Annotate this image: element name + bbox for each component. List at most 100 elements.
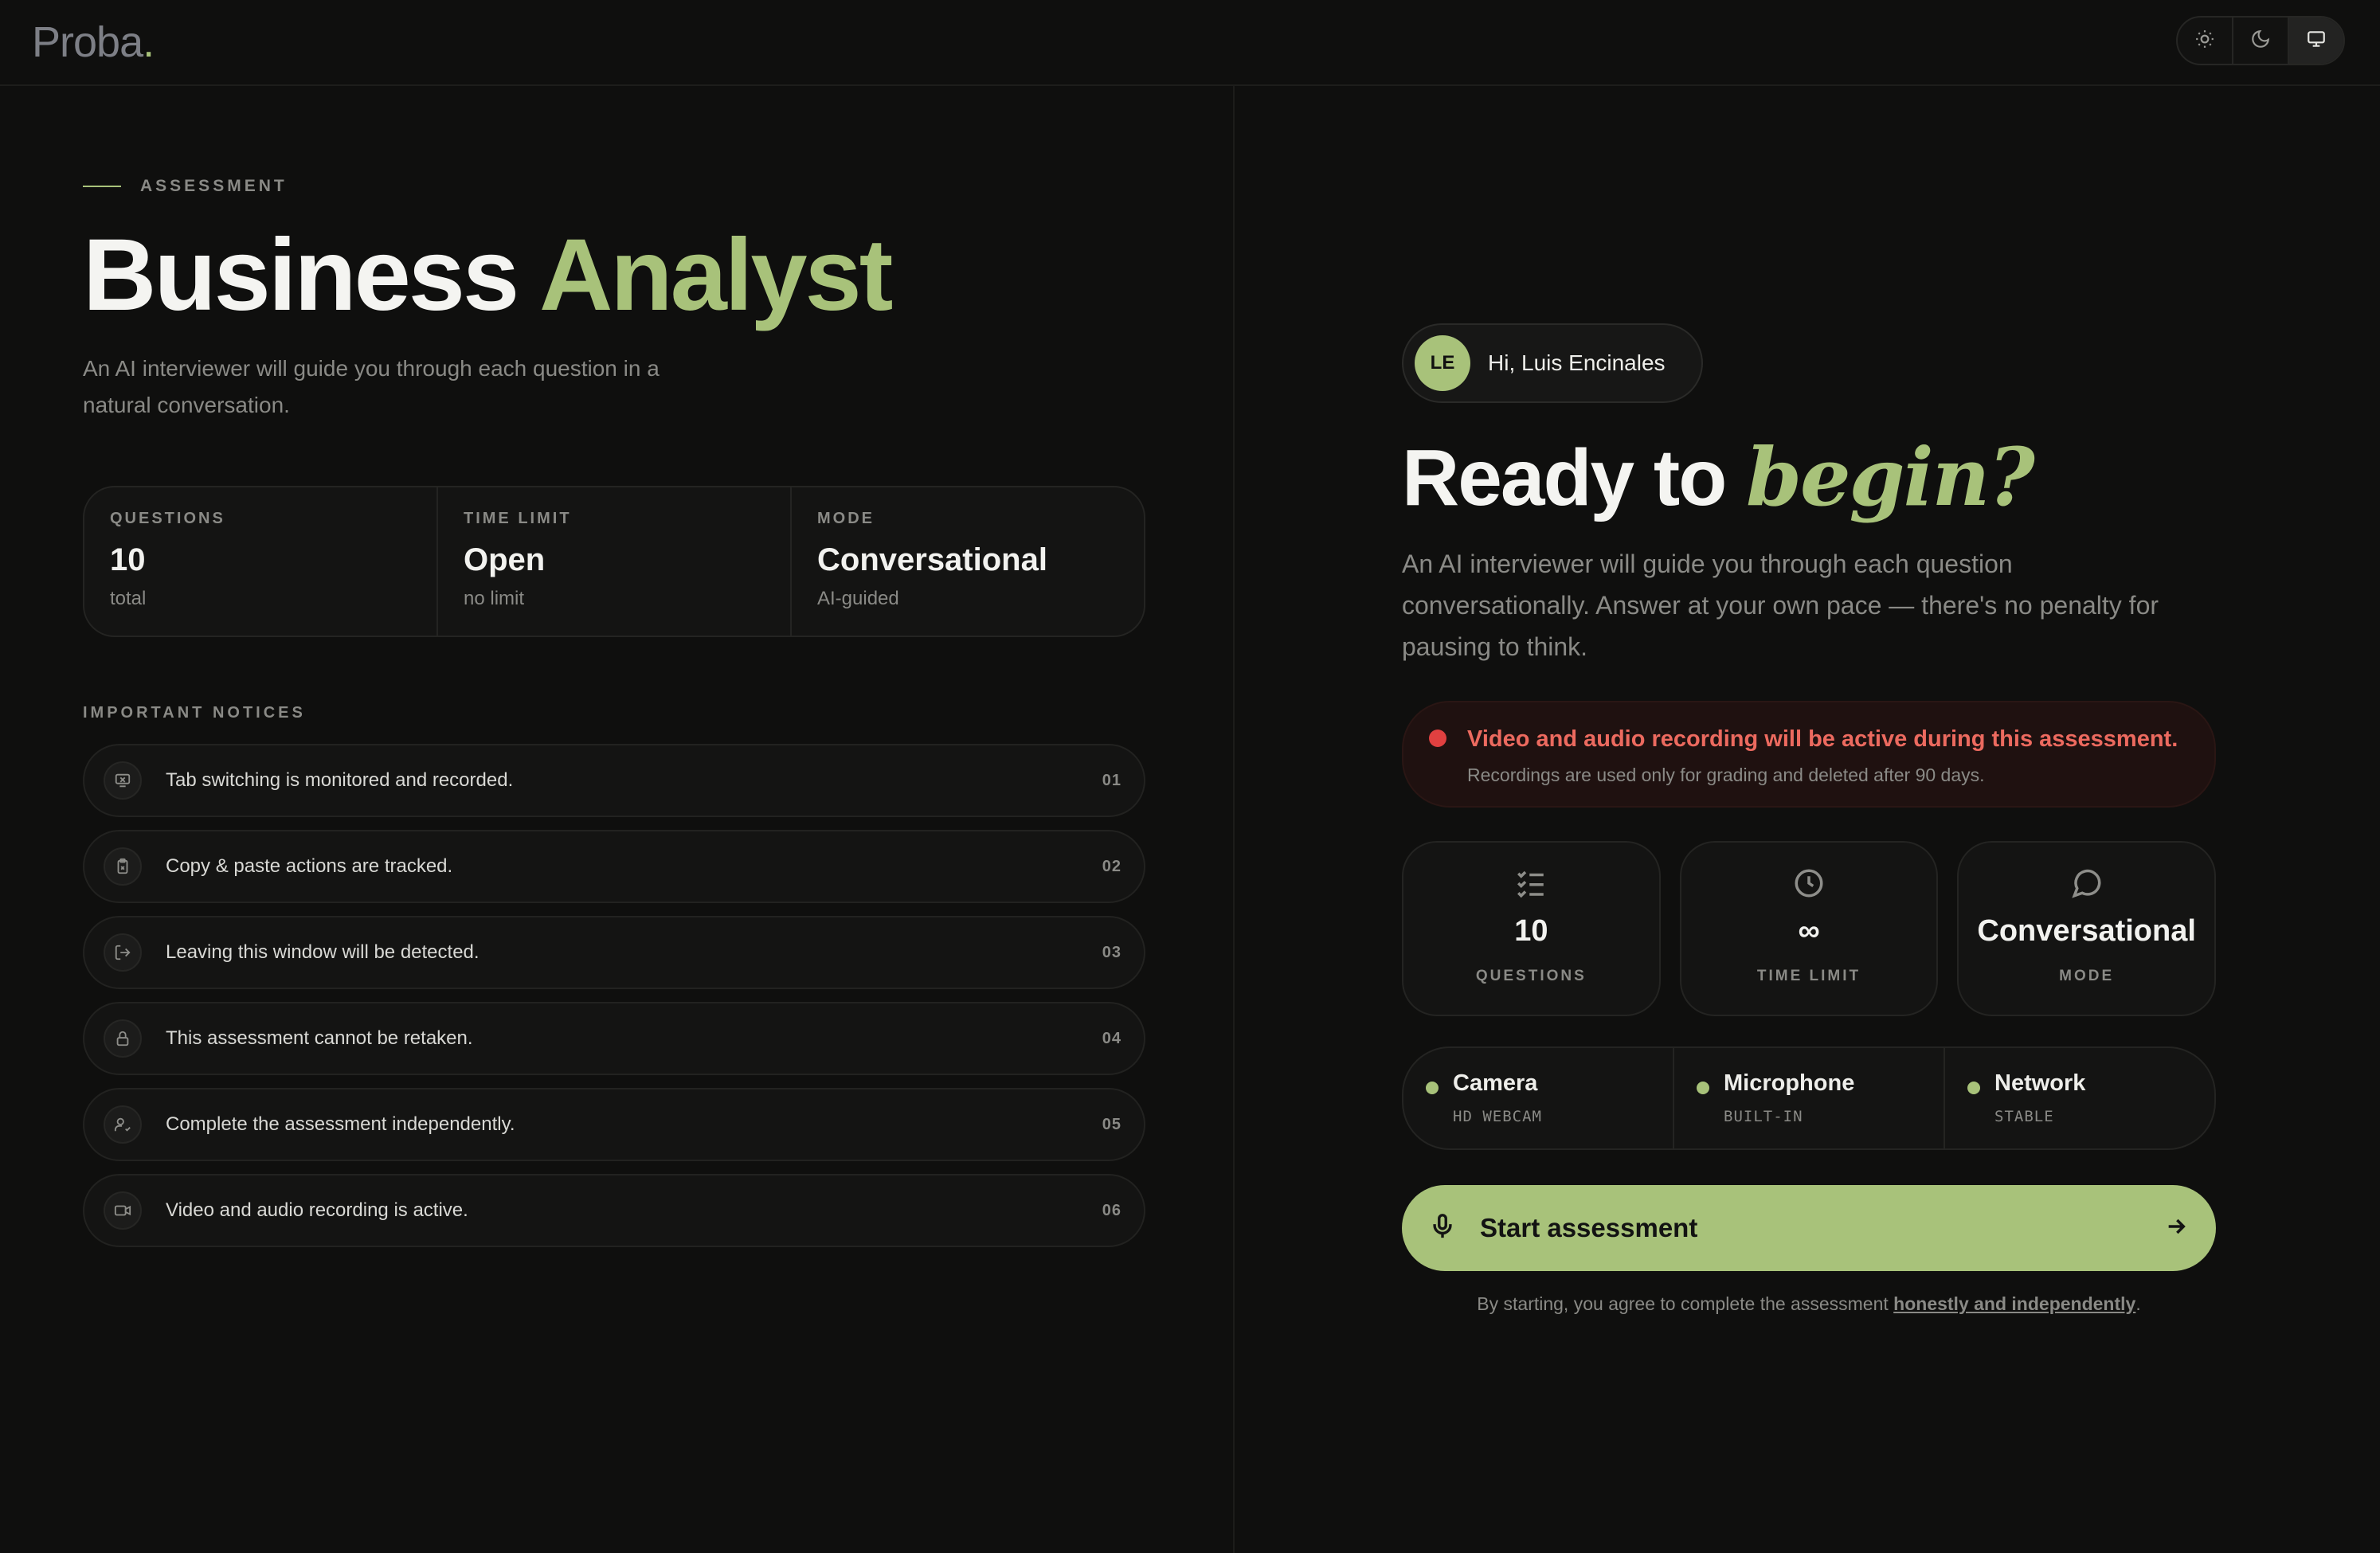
agreement-text: By starting, you agree to complete the a…	[1402, 1293, 2216, 1315]
stat-sub: AI-guided	[817, 588, 899, 609]
arrow-right-icon	[2163, 1214, 2189, 1243]
card-label: MODE	[2059, 968, 2115, 984]
notice-number: 02	[1102, 857, 1121, 875]
avatar: LE	[1415, 335, 1470, 391]
notice-text: Copy & paste actions are tracked.	[166, 855, 453, 877]
device-name: Microphone	[1724, 1070, 1855, 1096]
summary-cards: 10 QUESTIONS ∞ TIME LIMIT Conversational…	[1402, 841, 2217, 1016]
status-dot-icon	[1426, 1082, 1439, 1094]
stat-questions: QUESTIONS 10 total	[84, 487, 438, 636]
list-checks-icon	[1514, 866, 1548, 900]
device-checks: Camera HD WEBCAM Microphone BUILT-IN Net…	[1402, 1046, 2216, 1150]
notice-number: 01	[1102, 771, 1121, 789]
notices-list: Tab switching is monitored and recorded.…	[83, 744, 1145, 1260]
eyebrow-line	[83, 186, 121, 187]
card-questions: 10 QUESTIONS	[1402, 841, 1661, 1016]
recording-alert-subtitle: Recordings are used only for grading and…	[1467, 765, 1985, 785]
start-assessment-button[interactable]: Start assessment	[1402, 1185, 2216, 1271]
eyebrow: ASSESSMENT	[83, 177, 288, 196]
stat-value: Open	[464, 542, 546, 577]
clock-icon	[1792, 866, 1826, 900]
notice-number: 03	[1102, 943, 1121, 961]
start-button-label: Start assessment	[1480, 1213, 1698, 1242]
page-title: Business Analyst	[83, 217, 893, 334]
stat-time-limit: TIME LIMIT Open no limit	[438, 487, 792, 636]
card-time-limit: ∞ TIME LIMIT	[1679, 841, 1939, 1016]
clipboard-icon	[104, 847, 142, 886]
recording-alert-title: Video and audio recording will be active…	[1467, 726, 2178, 752]
message-circle-icon	[2070, 866, 2104, 900]
agreement-prefix: By starting, you agree to complete the a…	[1477, 1293, 1894, 1314]
card-label: QUESTIONS	[1475, 968, 1587, 984]
card-value: ∞	[1798, 914, 1820, 948]
notice-item: Video and audio recording is active. 06	[83, 1174, 1145, 1247]
card-value: Conversational	[1977, 914, 2196, 948]
device-microphone: Microphone BUILT-IN	[1674, 1048, 1945, 1148]
device-name: Camera	[1453, 1070, 1538, 1096]
notice-number: 05	[1102, 1115, 1121, 1133]
agreement-suffix: .	[2135, 1293, 2141, 1314]
stat-label: MODE	[817, 510, 875, 527]
sun-icon	[2194, 29, 2215, 53]
stat-label: TIME LIMIT	[464, 510, 572, 527]
card-mode: Conversational MODE	[1957, 841, 2217, 1016]
notice-number: 04	[1102, 1029, 1121, 1047]
notice-item: Copy & paste actions are tracked. 02	[83, 830, 1145, 903]
notice-number: 06	[1102, 1201, 1121, 1219]
moon-icon	[2250, 29, 2271, 53]
stat-label: QUESTIONS	[110, 510, 225, 527]
ready-heading-main: Ready to	[1402, 433, 1727, 522]
notice-text: Video and audio recording is active.	[166, 1199, 468, 1221]
stat-mode: MODE Conversational AI-guided	[792, 487, 1144, 636]
theme-switcher	[2176, 16, 2345, 65]
device-network: Network STABLE	[1945, 1048, 2214, 1148]
notice-item: Leaving this window will be detected. 03	[83, 916, 1145, 989]
device-camera: Camera HD WEBCAM	[1403, 1048, 1674, 1148]
ready-heading-accent: begin?	[1746, 430, 2035, 524]
notice-text: This assessment cannot be retaken.	[166, 1027, 473, 1049]
monitor-x-icon	[104, 761, 142, 800]
status-dot-icon	[1697, 1082, 1709, 1094]
ready-description: An AI interviewer will guide you through…	[1402, 550, 2159, 661]
lock-icon	[104, 1019, 142, 1058]
notice-text: Leaving this window will be detected.	[166, 941, 480, 963]
user-check-icon	[104, 1105, 142, 1144]
device-status: BUILT-IN	[1724, 1108, 1803, 1125]
title-main: Business	[83, 218, 519, 332]
video-icon	[104, 1191, 142, 1230]
microphone-icon	[1429, 1213, 1456, 1244]
device-status: HD WEBCAM	[1453, 1108, 1542, 1125]
device-name: Network	[1994, 1070, 2086, 1096]
notice-text: Complete the assessment independently.	[166, 1113, 515, 1135]
theme-dark-button[interactable]	[2233, 18, 2289, 64]
stat-sub: total	[110, 588, 147, 609]
status-dot-icon	[1967, 1082, 1980, 1094]
log-out-icon	[104, 933, 142, 972]
stat-sub: no limit	[464, 588, 525, 609]
notices-heading: IMPORTANT NOTICES	[83, 704, 306, 722]
theme-system-button[interactable]	[2289, 18, 2343, 64]
notice-item: Tab switching is monitored and recorded.…	[83, 744, 1145, 817]
honesty-policy-link[interactable]: honestly and independently	[1893, 1293, 2135, 1314]
stats-summary: QUESTIONS 10 total TIME LIMIT Open no li…	[83, 486, 1145, 637]
logo[interactable]: Proba.	[32, 18, 155, 67]
theme-light-button[interactable]	[2178, 18, 2233, 64]
panel-divider	[1233, 86, 1235, 1553]
user-greeting: LE Hi, Luis Encinales	[1402, 323, 1703, 403]
top-bar: Proba.	[0, 0, 2380, 86]
greeting-text: Hi, Luis Encinales	[1488, 350, 1666, 375]
stat-value: Conversational	[817, 542, 1047, 577]
recording-alert: Video and audio recording will be active…	[1402, 701, 2216, 808]
recording-dot-icon	[1429, 730, 1446, 747]
notice-item: This assessment cannot be retaken. 04	[83, 1002, 1145, 1075]
card-label: TIME LIMIT	[1756, 968, 1861, 984]
notice-item: Complete the assessment independently. 0…	[83, 1088, 1145, 1161]
monitor-icon	[2306, 29, 2327, 53]
lead-text: An AI interviewer will guide you through…	[83, 356, 660, 417]
card-value: 10	[1514, 914, 1548, 948]
ready-heading: Ready to begin?	[1402, 430, 2035, 524]
title-accent: Analyst	[538, 218, 893, 332]
eyebrow-label: ASSESSMENT	[140, 177, 288, 195]
device-status: STABLE	[1994, 1108, 2054, 1125]
stat-value: 10	[110, 542, 146, 577]
